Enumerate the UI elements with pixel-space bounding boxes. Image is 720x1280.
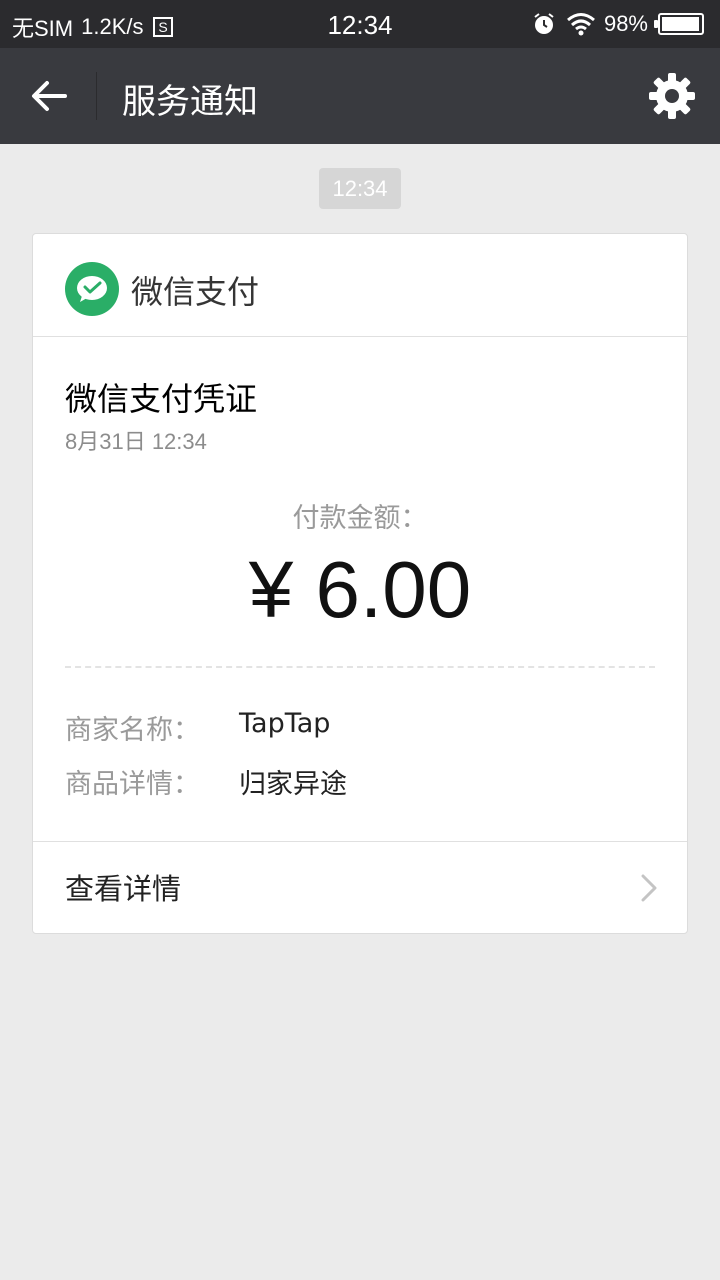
- gear-icon: [649, 73, 695, 119]
- brand-name: 微信支付: [131, 273, 260, 311]
- battery-percent: 98%: [603, 11, 648, 36]
- status-bar: 无SIM 1.2K/s S 12:34 98%: [0, 0, 720, 48]
- merchant-value: TapTap: [239, 708, 331, 739]
- message-timestamp: 12:34: [319, 168, 401, 209]
- chevron-right-icon: [641, 874, 657, 902]
- amount-label: 付款金额：: [292, 503, 428, 534]
- nav-divider: [96, 72, 97, 120]
- wechat-pay-icon: [65, 262, 119, 316]
- receipt-title: 微信支付凭证: [65, 380, 258, 418]
- receipt-date: 8月31日 12:34: [65, 429, 207, 454]
- product-label: 商品详情：: [65, 769, 200, 800]
- merchant-label: 商家名称：: [65, 715, 200, 746]
- nav-bar: 服务通知: [0, 48, 720, 144]
- view-details-button[interactable]: 查看详情: [33, 841, 687, 934]
- arrow-left-icon: [32, 81, 67, 111]
- settings-button[interactable]: [644, 68, 700, 124]
- wifi-icon: [566, 13, 595, 36]
- back-button[interactable]: [18, 70, 80, 122]
- amount-value: ¥ 6.00: [248, 545, 472, 634]
- merchant-row: 商家名称： TapTap: [65, 708, 330, 747]
- product-value: 归家异途: [239, 769, 347, 800]
- status-right: 98%: [532, 11, 704, 37]
- view-details-label: 查看详情: [65, 872, 182, 906]
- battery-icon: [654, 13, 704, 35]
- dashed-divider: [65, 666, 655, 668]
- card-header[interactable]: 微信支付: [33, 234, 687, 337]
- page-title: 服务通知: [122, 82, 258, 122]
- product-row: 商品详情： 归家异途: [65, 762, 347, 801]
- payment-receipt-card: 微信支付 微信支付凭证 8月31日 12:34 付款金额： ¥ 6.00 商家名…: [32, 233, 688, 934]
- alarm-clock-icon: [534, 13, 554, 34]
